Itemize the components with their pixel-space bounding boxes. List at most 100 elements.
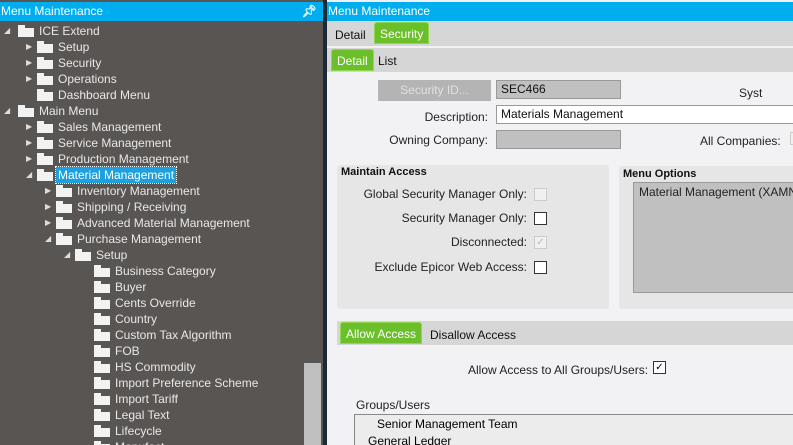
pin-icon[interactable]: 📌︎: [302, 2, 317, 21]
tree-node[interactable]: ▶ Sales Management: [0, 119, 304, 135]
folder-icon: [94, 281, 110, 293]
security-id-button[interactable]: Security ID...: [378, 80, 491, 101]
tree-node-label: FOB: [115, 344, 140, 358]
folder-icon: [18, 105, 34, 117]
collapse-arrow-icon[interactable]: ◢: [4, 23, 14, 39]
collapse-arrow-icon[interactable]: ◢: [64, 247, 74, 263]
tree-node[interactable]: ▶ Operations: [0, 71, 304, 87]
group-title: Menu Options: [623, 168, 697, 180]
tree-node[interactable]: ◢ Material Management: [0, 166, 304, 184]
tree-node-label: Cents Override: [115, 296, 196, 310]
tree-node-label: Security: [58, 56, 102, 70]
tree-node-label: Import Tariff: [115, 392, 178, 406]
sub-tabs: Detail List: [327, 48, 793, 72]
all-companies-label: All Companies:: [700, 134, 781, 148]
folder-icon: [56, 185, 72, 197]
tree-node-label: Lifecycle: [115, 424, 162, 438]
folder-icon: [94, 313, 110, 325]
folder-icon: [94, 409, 110, 421]
folder-icon: [37, 137, 53, 149]
list-item[interactable]: Senior Management Team: [377, 417, 518, 431]
tree-node-label: ICE Extend: [39, 24, 100, 38]
tree-node[interactable]: ▶ Inventory Management: [0, 183, 304, 199]
tree-node[interactable]: Lifecycle: [0, 423, 304, 439]
expand-arrow-icon[interactable]: ▶: [26, 71, 36, 87]
expand-arrow-icon[interactable]: ▶: [45, 183, 55, 199]
checkbox[interactable]: [534, 188, 547, 201]
description-label: Description:: [424, 110, 488, 124]
tree-node[interactable]: Cents Override: [0, 295, 304, 311]
checkbox[interactable]: ✓: [534, 236, 547, 249]
tree-node[interactable]: Custom Tax Algorithm: [0, 327, 304, 343]
tree-node[interactable]: ▶ Security: [0, 55, 304, 71]
tree-node[interactable]: Import Preference Scheme: [0, 375, 304, 391]
tree-node[interactable]: ◢ Main Menu: [0, 103, 304, 119]
subtab-detail[interactable]: Detail: [331, 49, 374, 71]
scrollbar[interactable]: [304, 23, 321, 445]
tab-security[interactable]: Security: [374, 22, 430, 44]
tree-node[interactable]: Import Tariff: [0, 391, 304, 407]
tree-node[interactable]: Legal Text: [0, 407, 304, 423]
tree-node[interactable]: HS Commodity: [0, 359, 304, 375]
folder-icon: [94, 361, 110, 373]
tab-disallow-access[interactable]: Disallow Access: [425, 324, 521, 346]
folder-icon: [94, 297, 110, 309]
expand-arrow-icon[interactable]: ▶: [26, 39, 36, 55]
tab-detail[interactable]: Detail: [330, 24, 371, 46]
owning-company-label: Owning Company:: [389, 133, 488, 147]
system-label: Syst: [739, 86, 763, 100]
collapse-arrow-icon[interactable]: ◢: [45, 231, 55, 247]
security-id-field[interactable]: SEC466: [496, 80, 621, 99]
tree-node-label: Inventory Management: [77, 184, 200, 198]
tree-node[interactable]: ▶ Service Management: [0, 135, 304, 151]
expand-arrow-icon[interactable]: ▶: [45, 199, 55, 215]
tree-node-label: Business Category: [115, 264, 216, 278]
tree-node[interactable]: ▶ Setup: [0, 39, 304, 55]
tree-node[interactable]: Buyer: [0, 279, 304, 295]
expand-arrow-icon[interactable]: ▶: [26, 151, 36, 167]
tree-node[interactable]: FOB: [0, 343, 304, 359]
tree-node-label: Import Preference Scheme: [115, 376, 259, 390]
description-field[interactable]: Materials Management: [496, 105, 793, 124]
tree-node[interactable]: ▶ Advanced Material Management: [0, 215, 304, 231]
checkbox-label: Disconnected:: [450, 235, 527, 249]
list-item[interactable]: General Ledger: [368, 434, 451, 445]
expand-arrow-icon[interactable]: ▶: [45, 215, 55, 231]
tree-node[interactable]: Manufact: [0, 439, 304, 445]
folder-icon: [56, 233, 72, 245]
scrollbar-thumb[interactable]: [304, 363, 321, 445]
tree-node-label: Buyer: [115, 280, 147, 294]
folder-icon: [37, 41, 53, 53]
checkbox[interactable]: [534, 261, 547, 274]
tree-node-label: Sales Management: [58, 120, 162, 134]
tree-node-label: Purchase Management: [77, 232, 202, 246]
collapse-arrow-icon[interactable]: ◢: [26, 167, 36, 183]
groups-users-list[interactable]: Senior Management Team General Ledger: [354, 414, 793, 445]
expand-arrow-icon[interactable]: ▶: [26, 55, 36, 71]
tree-node[interactable]: ▶ Production Management: [0, 151, 304, 167]
panel-title: Menu Maintenance: [1, 4, 104, 18]
allow-all-checkbox[interactable]: ✓: [653, 361, 666, 374]
expand-arrow-icon[interactable]: ▶: [26, 135, 36, 151]
tree-node[interactable]: ◢ Purchase Management: [0, 231, 304, 247]
folder-icon: [37, 57, 53, 69]
expand-arrow-icon[interactable]: ▶: [26, 119, 36, 135]
tree-node[interactable]: ▶ Shipping / Receiving: [0, 199, 304, 215]
checkbox[interactable]: [534, 212, 547, 225]
tab-allow-access[interactable]: Allow Access: [340, 322, 423, 344]
tree-node[interactable]: Business Category: [0, 263, 304, 279]
tree-node[interactable]: ◢ ICE Extend: [0, 23, 304, 39]
tree-node[interactable]: Dashboard Menu: [0, 87, 304, 103]
menu-options-list[interactable]: Material Management (XAMN30: [633, 182, 793, 293]
tree-node-label: Legal Text: [115, 408, 170, 422]
collapse-arrow-icon[interactable]: ◢: [4, 103, 14, 119]
tree-node-label: Custom Tax Algorithm: [115, 328, 232, 342]
folder-icon: [94, 393, 110, 405]
owning-company-field[interactable]: [496, 130, 621, 149]
tree-node[interactable]: Country: [0, 311, 304, 327]
subtab-list[interactable]: List: [373, 50, 402, 72]
tree-node[interactable]: ◢ Setup: [0, 247, 304, 263]
folder-icon: [94, 377, 110, 389]
access-tabs: Allow Access Disallow Access: [337, 321, 793, 345]
menu-options-group: Menu Options Material Management (XAMN30: [619, 166, 793, 309]
